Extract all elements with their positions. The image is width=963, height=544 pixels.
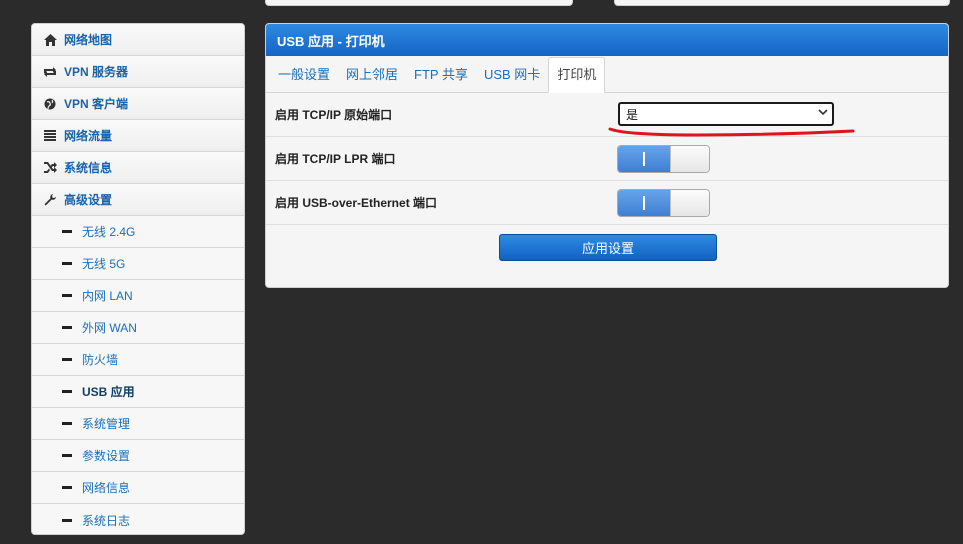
setting-row-tcpip-lpr: 启用 TCP/IP LPR 端口 — [266, 137, 948, 181]
sidebar-item-system-info[interactable]: 系统信息 — [32, 152, 244, 184]
toggle-on-half — [618, 190, 670, 216]
globe-icon — [43, 97, 57, 111]
toggle-off-half — [670, 190, 709, 216]
tab-bar: 一般设置 网上邻居 FTP 共享 USB 网卡 打印机 — [266, 56, 948, 93]
traffic-list-icon — [43, 129, 57, 143]
setting-label: 启用 TCP/IP 原始端口 — [275, 108, 393, 122]
sidebar-subitem-label: USB 应用 — [82, 385, 135, 399]
sidebar-subitem-network-info[interactable]: 网络信息 — [32, 472, 244, 504]
sidebar-item-label: 系统信息 — [64, 161, 113, 175]
dash-icon — [62, 454, 72, 457]
apply-settings-button[interactable]: 应用设置 — [499, 234, 717, 261]
dash-icon — [62, 262, 72, 265]
sidebar-subitem-parameters[interactable]: 参数设置 — [32, 440, 244, 472]
setting-row-tcpip-raw: 启用 TCP/IP 原始端口 是 — [266, 93, 948, 137]
sidebar-subitem-label: 系统日志 — [82, 513, 131, 528]
tab-general[interactable]: 一般设置 — [270, 58, 338, 92]
setting-row-usb-over-ethernet: 启用 USB-over-Ethernet 端口 — [266, 181, 948, 225]
sidebar-item-label: 网络地图 — [64, 33, 113, 47]
dash-icon — [62, 518, 72, 522]
tab-network-neighborhood[interactable]: 网上邻居 — [338, 58, 406, 92]
select-value: 是 — [626, 107, 639, 122]
sidebar-subitem-wireless-24g[interactable]: 无线 2.4G — [32, 216, 244, 248]
dash-icon — [62, 294, 72, 297]
sidebar-item-vpn-server[interactable]: VPN 服务器 — [32, 56, 244, 88]
sidebar-item-network-traffic[interactable]: 网络流量 — [32, 120, 244, 152]
home-icon — [43, 33, 57, 47]
usb-printer-panel: USB 应用 - 打印机 一般设置 网上邻居 FTP 共享 USB 网卡 打印机… — [265, 23, 949, 288]
tab-usb-nic[interactable]: USB 网卡 — [476, 58, 548, 92]
sidebar-item-label: VPN 客户端 — [64, 97, 129, 111]
tab-printer[interactable]: 打印机 — [548, 57, 606, 93]
tcpip-raw-port-select[interactable]: 是 — [618, 102, 834, 126]
wrench-icon — [43, 193, 57, 207]
on-bar-icon — [643, 152, 645, 166]
setting-label: 启用 TCP/IP LPR 端口 — [275, 152, 396, 166]
dash-icon — [62, 326, 72, 329]
dash-icon — [62, 422, 72, 425]
vpn-server-icon — [43, 65, 57, 79]
sidebar-item-label: 高级设置 — [64, 193, 113, 207]
sidebar-subitem-wireless-5g[interactable]: 无线 5G — [32, 248, 244, 280]
sidebar-item-label: 网络流量 — [64, 129, 113, 143]
sidebar-item-advanced-settings[interactable]: 高级设置 — [32, 184, 244, 216]
sidebar-subitem-firewall[interactable]: 防火墙 — [32, 344, 244, 376]
sidebar-subitem-wan[interactable]: 外网 WAN — [32, 312, 244, 344]
tab-ftp-share[interactable]: FTP 共享 — [406, 58, 476, 92]
sidebar-item-label: VPN 服务器 — [64, 65, 129, 79]
setting-label: 启用 USB-over-Ethernet 端口 — [275, 196, 438, 210]
sidebar-subitem-usb-apps[interactable]: USB 应用 — [32, 376, 244, 408]
sidebar-subitem-lan[interactable]: 内网 LAN — [32, 280, 244, 312]
dash-icon — [62, 390, 72, 393]
sidebar-subitem-label: 内网 LAN — [82, 289, 133, 303]
sidebar-subitem-label: 防火墙 — [82, 353, 119, 367]
usb-over-ethernet-toggle[interactable] — [617, 189, 710, 217]
sidebar-subitem-system-log[interactable]: 系统日志 — [32, 504, 244, 534]
top-panel-stub-right — [614, 0, 950, 6]
on-bar-icon — [643, 196, 645, 210]
dash-icon — [62, 230, 72, 233]
toggle-off-half — [670, 146, 709, 172]
sidebar-item-network-map[interactable]: 网络地图 — [32, 24, 244, 56]
sidebar-subitem-label: 参数设置 — [82, 449, 131, 463]
dash-icon — [62, 486, 72, 489]
panel-title: USB 应用 - 打印机 — [266, 24, 948, 56]
chevron-down-icon — [818, 107, 828, 120]
sidebar-subitem-label: 系统管理 — [82, 417, 131, 431]
dash-icon — [62, 358, 72, 361]
sidebar-subitem-label: 网络信息 — [82, 481, 131, 495]
sidebar-menu: 网络地图 VPN 服务器 VPN 客户端 网络流量 系统信息 高级设置 无线 2… — [31, 23, 245, 535]
toggle-on-half — [618, 146, 670, 172]
sidebar-subitem-label: 无线 2.4G — [82, 225, 136, 239]
tcpip-lpr-toggle[interactable] — [617, 145, 710, 173]
sidebar-subitem-label: 无线 5G — [82, 257, 126, 271]
sidebar-subitem-system-admin[interactable]: 系统管理 — [32, 408, 244, 440]
sidebar-item-vpn-client[interactable]: VPN 客户端 — [32, 88, 244, 120]
sidebar-subitem-label: 外网 WAN — [82, 321, 137, 335]
top-panel-stub-left — [265, 0, 573, 6]
shuffle-icon — [43, 161, 57, 175]
